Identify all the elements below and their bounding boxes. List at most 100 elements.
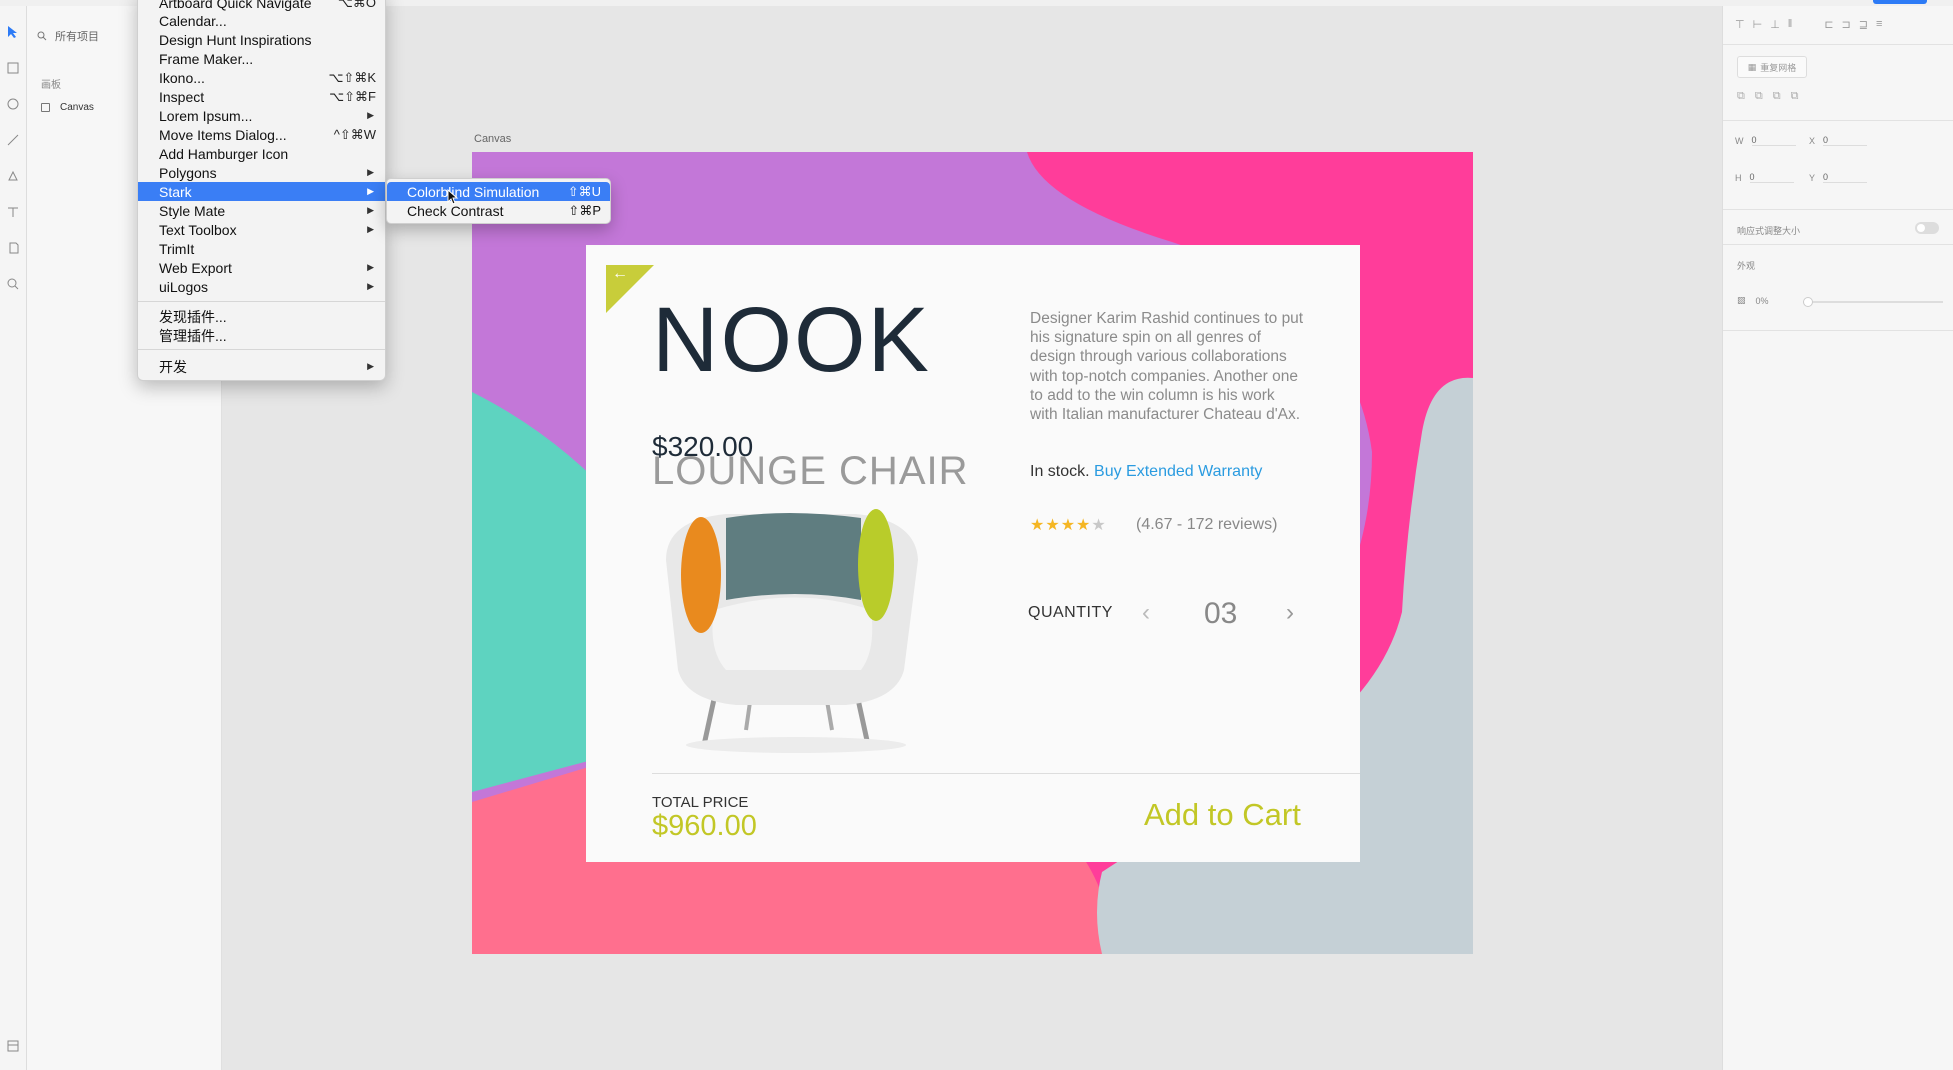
quantity-value: 03 [1204, 597, 1238, 630]
ellipse-tool-icon[interactable] [3, 94, 23, 114]
menu-item-trimit[interactable]: TrimIt [138, 239, 385, 258]
distribute-horizontal-icon[interactable]: ≡ [1876, 18, 1882, 31]
property-inspector: ⊤ ⊢ ⊥ ‖ ⊏ ⊐ ⊒ ≡ ▦ 重复网格 ⧉ ⧉ ⧉ ⧉ W0 X0 H0 … [1722, 6, 1953, 1070]
submenu-arrow-icon: ▶ [367, 205, 374, 215]
share-button[interactable] [1873, 0, 1927, 4]
chair-image [666, 509, 918, 753]
menu-item-design-hunt[interactable]: Design Hunt Inspirations [138, 30, 385, 49]
repeat-grid-button[interactable]: ▦ 重复网格 [1737, 56, 1807, 78]
menu-item-discover-plugins[interactable]: 发现插件... [138, 307, 385, 326]
responsive-resize-label: 响应式调整大小 [1737, 226, 1801, 236]
inspector-divider [1723, 44, 1953, 45]
menu-item-style-mate[interactable]: Style Mate ▶ [138, 201, 385, 220]
line-tool-icon[interactable] [3, 130, 23, 150]
width-value[interactable]: 0 [1751, 135, 1796, 146]
y-label: Y [1809, 172, 1816, 183]
align-top-icon[interactable]: ⊤ [1735, 18, 1745, 31]
menu-separator [138, 349, 385, 350]
x-value[interactable]: 0 [1823, 135, 1868, 146]
back-arrow-icon[interactable]: ← [612, 265, 628, 283]
search-placeholder: 所有项目 [55, 31, 99, 43]
distribute-vertical-icon[interactable]: ‖ [1788, 18, 1793, 31]
menu-item-web-export[interactable]: Web Export ▶ [138, 258, 385, 277]
menu-item-text-toolbox[interactable]: Text Toolbox ▶ [138, 220, 385, 239]
artboards-section-label: 画板 [41, 80, 61, 91]
align-left-icon[interactable]: ⊏ [1824, 18, 1833, 31]
y-value[interactable]: 0 [1823, 172, 1868, 183]
menu-item-inspect[interactable]: Inspect ⌥⇧⌘F [138, 87, 385, 106]
subtract-icon[interactable]: ⧉ [1755, 90, 1763, 103]
menu-item-development[interactable]: 开发 ▶ [138, 357, 385, 376]
select-tool-icon[interactable] [3, 22, 23, 42]
menu-item-label: 开发 [159, 358, 187, 375]
menu-item-polygons[interactable]: Polygons ▶ [138, 163, 385, 182]
width-label: W [1735, 135, 1744, 146]
responsive-resize-toggle[interactable] [1915, 222, 1939, 234]
menu-item-label: Stark [159, 183, 192, 200]
menu-item-stark[interactable]: Stark ▶ [138, 182, 385, 201]
quantity-label: QUANTITY [1028, 604, 1113, 621]
align-bottom-icon[interactable]: ⊥ [1770, 18, 1780, 31]
mouse-cursor-icon [447, 189, 459, 205]
menu-item-label: Artboard Quick Navigate [159, 0, 312, 11]
align-middle-icon[interactable]: ⊢ [1753, 18, 1763, 31]
layers-search[interactable]: 所有项目 [37, 28, 99, 44]
card-divider [652, 773, 1360, 774]
artboard-icon [41, 103, 50, 112]
x-field[interactable]: X0 [1809, 135, 1868, 146]
menu-item-shortcut: ⇧⌘P [568, 202, 601, 218]
opacity-slider-knob[interactable] [1803, 297, 1813, 307]
menu-item-ikono[interactable]: Ikono... ⌥⇧⌘K [138, 68, 385, 87]
opacity-field[interactable]: ▨ 0% [1737, 295, 1769, 306]
menu-item-label: Frame Maker... [159, 50, 254, 67]
y-field[interactable]: Y0 [1809, 172, 1868, 183]
artboard-tool-icon[interactable] [3, 238, 23, 258]
align-right-icon[interactable]: ⊒ [1859, 18, 1868, 31]
layer-item-label: Canvas [60, 102, 94, 113]
menu-item-frame-maker[interactable]: Frame Maker... [138, 49, 385, 68]
tool-bar [0, 6, 27, 1070]
submenu-arrow-icon: ▶ [367, 167, 374, 177]
union-icon[interactable]: ⧉ [1737, 90, 1745, 103]
menu-item-calendar[interactable]: Calendar... [138, 11, 385, 30]
product-description: Designer Karim Rashid continues to put h… [1030, 310, 1304, 424]
opacity-value[interactable]: 0% [1756, 296, 1769, 306]
zoom-tool-icon[interactable] [3, 274, 23, 294]
rectangle-tool-icon[interactable] [3, 58, 23, 78]
menu-item-label: 管理插件... [159, 327, 227, 344]
menu-item-colorblind-simulation[interactable]: Colorblind Simulation ⇧⌘U [387, 182, 610, 201]
pen-tool-icon[interactable] [3, 166, 23, 186]
submenu-arrow-icon: ▶ [367, 361, 374, 371]
quantity-decrement-chevron-left-icon[interactable]: ‹ [1142, 599, 1150, 627]
inspector-divider [1723, 244, 1953, 245]
menu-item-move-items[interactable]: Move Items Dialog... ^⇧⌘W [138, 125, 385, 144]
menu-item-label: Design Hunt Inspirations [159, 31, 312, 48]
add-to-cart-button[interactable]: Add to Cart [1144, 797, 1301, 833]
menu-item-manage-plugins[interactable]: 管理插件... [138, 326, 385, 345]
menu-item-uilogos[interactable]: uiLogos ▶ [138, 277, 385, 296]
height-field[interactable]: H0 [1735, 172, 1794, 183]
width-field[interactable]: W0 [1735, 135, 1796, 146]
height-value[interactable]: 0 [1749, 172, 1794, 183]
menu-item-label: Move Items Dialog... [159, 126, 287, 143]
artboard-label[interactable]: Canvas [474, 133, 511, 145]
inspector-divider [1723, 120, 1953, 121]
layers-toggle-icon[interactable] [3, 1036, 23, 1056]
submenu-arrow-icon: ▶ [367, 281, 374, 291]
x-label: X [1809, 135, 1816, 146]
submenu-arrow-icon: ▶ [367, 110, 374, 120]
reviews-count[interactable]: (4.67 - 172 reviews) [1136, 516, 1277, 534]
layer-item-canvas[interactable]: Canvas [41, 102, 94, 113]
exclude-icon[interactable]: ⧉ [1791, 90, 1799, 103]
quantity-increment-chevron-right-icon[interactable]: › [1286, 599, 1294, 627]
menu-item-label: Lorem Ipsum... [159, 107, 253, 124]
extended-warranty-link[interactable]: Buy Extended Warranty [1094, 463, 1262, 480]
text-tool-icon[interactable] [3, 202, 23, 222]
menu-item-check-contrast[interactable]: Check Contrast ⇧⌘P [387, 201, 610, 220]
boolean-ops: ⧉ ⧉ ⧉ ⧉ [1737, 90, 1798, 103]
intersect-icon[interactable]: ⧉ [1773, 90, 1781, 103]
align-center-icon[interactable]: ⊐ [1842, 18, 1851, 31]
menu-item-lorem-ipsum[interactable]: Lorem Ipsum... ▶ [138, 106, 385, 125]
opacity-slider[interactable] [1803, 297, 1943, 307]
menu-item-add-hamburger-icon[interactable]: Add Hamburger Icon [138, 144, 385, 163]
